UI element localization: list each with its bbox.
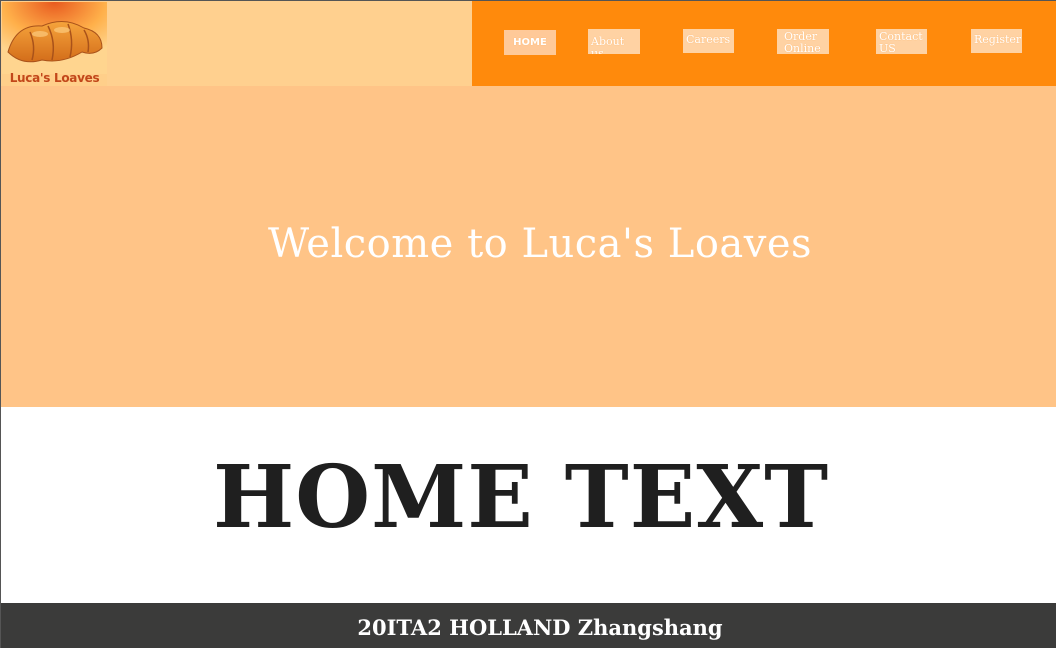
hero-title: Welcome to Luca's Loaves xyxy=(267,221,813,267)
nav-register[interactable]: Register xyxy=(971,29,1022,53)
nav-contact-us[interactable]: Contact US xyxy=(876,29,927,54)
nav-about-us[interactable]: About us xyxy=(588,29,640,54)
nav-order-online[interactable]: Order Online xyxy=(777,29,829,54)
croissant-icon xyxy=(2,2,107,74)
main-content: HOME TEXT xyxy=(1,407,1056,603)
site-header: Luca's Loaves HOME About us Careers Orde… xyxy=(1,1,1056,86)
nav-home[interactable]: HOME xyxy=(504,30,556,55)
footer-text: 20ITA2 HOLLAND Zhangshang xyxy=(357,615,723,640)
site-logo[interactable]: Luca's Loaves xyxy=(2,2,107,86)
hero-banner: Welcome to Luca's Loaves xyxy=(1,86,1056,407)
page-heading: HOME TEXT xyxy=(212,447,830,548)
logo-text: Luca's Loaves xyxy=(9,71,100,85)
header-left-panel: Luca's Loaves xyxy=(1,1,472,86)
header-nav-panel: HOME About us Careers Order Online Conta… xyxy=(472,1,1056,86)
nav-careers[interactable]: Careers xyxy=(683,29,734,53)
site-footer: 20ITA2 HOLLAND Zhangshang xyxy=(1,603,1056,648)
